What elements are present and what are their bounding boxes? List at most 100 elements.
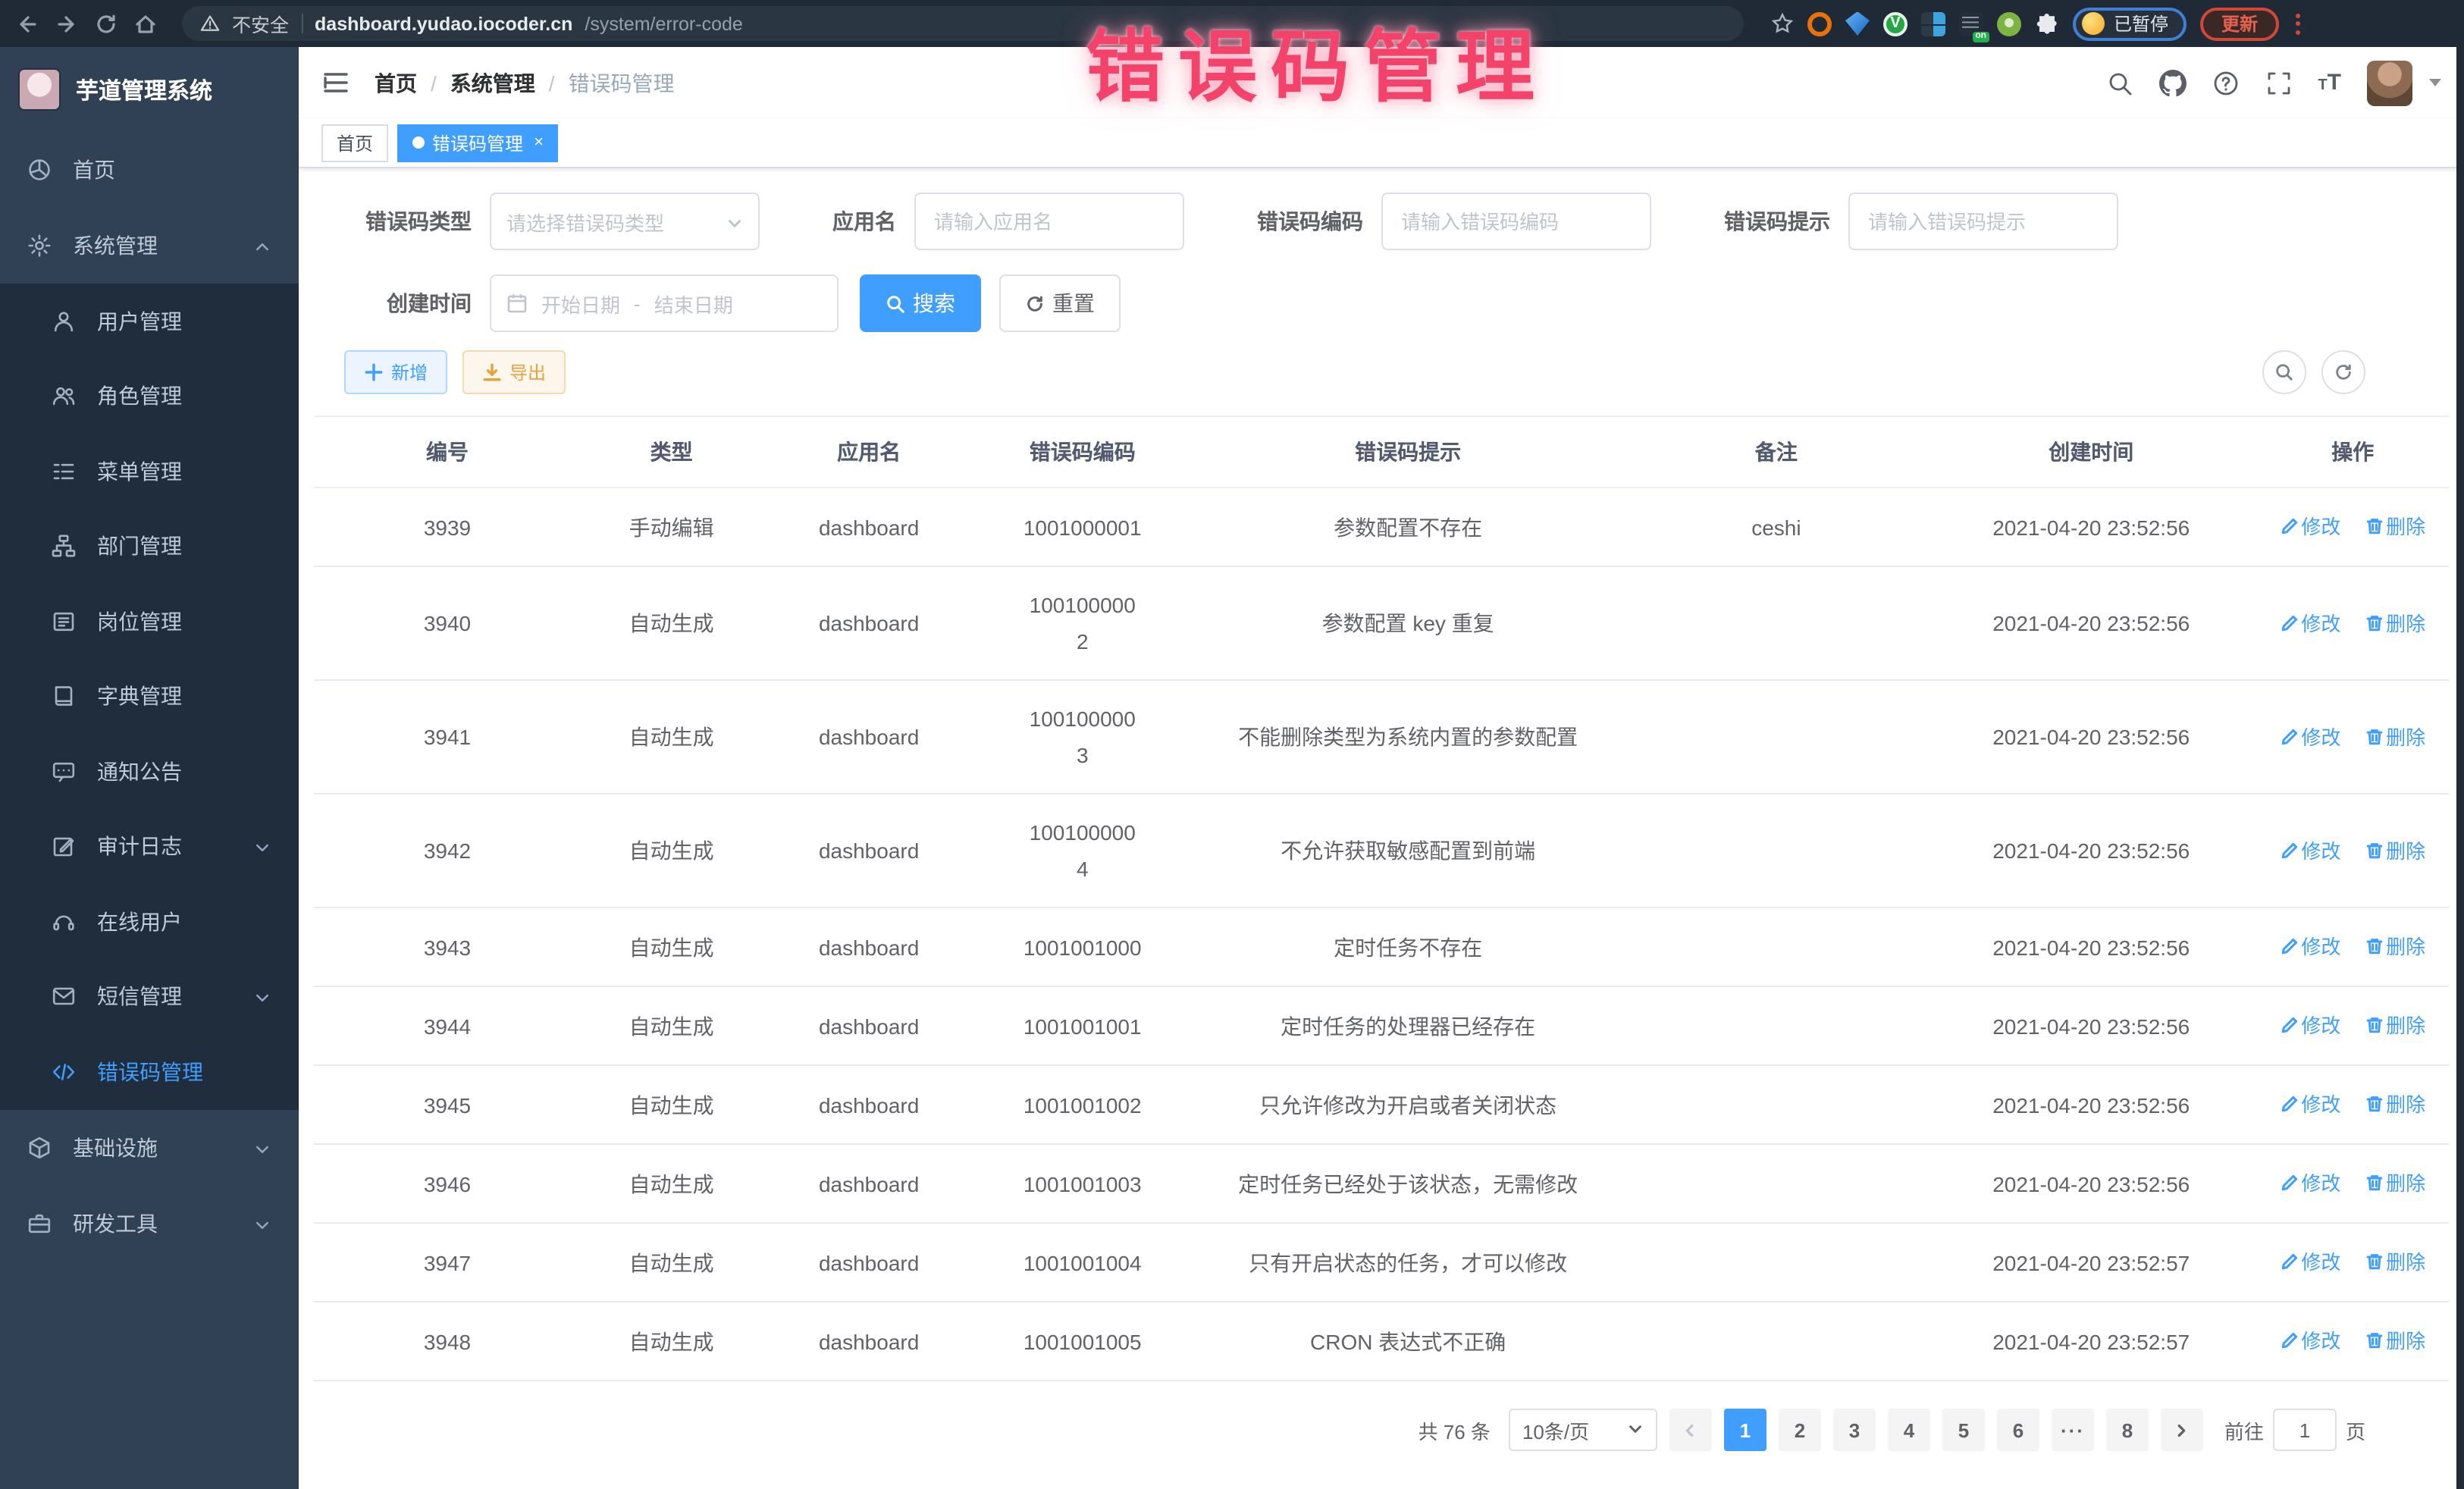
add-button[interactable]: 新增 <box>344 350 447 394</box>
extension-key-icon[interactable] <box>1997 11 2021 36</box>
page-ellipsis-button[interactable]: ··· <box>2052 1409 2094 1451</box>
extensions-puzzle-icon[interactable] <box>2035 11 2059 36</box>
prev-page-button[interactable] <box>1669 1409 1712 1451</box>
delete-link[interactable]: 删除 <box>2365 1172 2425 1195</box>
sidebar-item-岗位管理[interactable]: 岗位管理 <box>0 584 299 659</box>
show-search-toggle-button[interactable] <box>2262 350 2306 394</box>
sms-icon <box>52 985 76 1009</box>
url-security-label: 不安全 <box>232 9 289 38</box>
extension-vue-devtools-icon[interactable] <box>1845 11 1870 36</box>
error-hint-input[interactable] <box>1848 193 2118 250</box>
edit-link[interactable]: 修改 <box>2280 1330 2340 1353</box>
tag-error-code[interactable]: 错误码管理 × <box>397 124 559 161</box>
delete-link[interactable]: 删除 <box>2365 516 2425 538</box>
header-search-icon[interactable] <box>2105 69 2133 96</box>
sidebar-item-字典管理[interactable]: 字典管理 <box>0 659 299 734</box>
fullscreen-icon[interactable] <box>2265 69 2292 96</box>
bookmark-star-icon[interactable] <box>1771 12 1794 35</box>
url-domain: dashboard.yudao.iocoder.cn <box>315 13 572 34</box>
date-range-picker[interactable]: 开始日期 - 结束日期 <box>490 274 839 332</box>
reset-button[interactable]: 重置 <box>999 274 1121 332</box>
edit-link[interactable]: 修改 <box>2280 936 2340 958</box>
delete-link[interactable]: 删除 <box>2365 839 2425 862</box>
page-size-select[interactable]: 10条/页 <box>1509 1409 1657 1451</box>
export-button[interactable]: 导出 <box>462 350 566 394</box>
help-icon[interactable] <box>2212 69 2239 96</box>
page-button-2[interactable]: 2 <box>1779 1409 1821 1451</box>
browser-back-icon[interactable] <box>15 11 39 36</box>
edit-link[interactable]: 修改 <box>2280 839 2340 862</box>
page-button-5[interactable]: 5 <box>1942 1409 1985 1451</box>
breadcrumb-home[interactable]: 首页 <box>375 67 417 98</box>
user-menu-caret-icon[interactable] <box>2429 79 2441 86</box>
tag-home[interactable]: 首页 <box>321 124 388 161</box>
edit-link[interactable]: 修改 <box>2280 726 2340 748</box>
table-row: 3945 自动生成 dashboard 1001001002 只允许修改为开启或… <box>314 1065 2449 1144</box>
page-button-6[interactable]: 6 <box>1997 1409 2039 1451</box>
dev-tools-icon <box>27 1211 52 1235</box>
app-name-input[interactable] <box>914 193 1184 250</box>
sidebar-item-审计日志[interactable]: 审计日志 <box>0 809 299 884</box>
font-size-icon[interactable]: TT <box>2318 70 2341 96</box>
user-avatar[interactable] <box>2367 60 2412 105</box>
edit-link[interactable]: 修改 <box>2280 1093 2340 1116</box>
browser-reload-icon[interactable] <box>94 11 118 36</box>
sidebar-item-通知公告[interactable]: 通知公告 <box>0 734 299 809</box>
sidebar-item-短信管理[interactable]: 短信管理 <box>0 959 299 1034</box>
extension-paused-pill[interactable]: 已暂停 <box>2073 7 2187 40</box>
sidebar-item-在线用户[interactable]: 在线用户 <box>0 884 299 959</box>
edit-link[interactable]: 修改 <box>2280 516 2340 538</box>
sidebar-item-系统管理[interactable]: 系统管理 <box>0 208 299 284</box>
refresh-button[interactable] <box>2321 350 2365 394</box>
cell-type: 自动生成 <box>581 908 762 986</box>
cell-time: 2021-04-20 23:52:56 <box>1926 794 2256 908</box>
delete-link[interactable]: 删除 <box>2365 1251 2425 1274</box>
browser-home-icon[interactable] <box>133 11 158 36</box>
breadcrumb-system[interactable]: 系统管理 <box>450 67 535 98</box>
extension-orange-icon[interactable] <box>1807 11 1832 36</box>
edit-link[interactable]: 修改 <box>2280 1251 2340 1274</box>
extension-green-icon[interactable]: V <box>1883 11 1908 36</box>
edit-link[interactable]: 修改 <box>2280 1014 2340 1037</box>
edit-link[interactable]: 修改 <box>2280 1172 2340 1195</box>
browser-forward-icon[interactable] <box>55 11 79 36</box>
url-bar[interactable]: 不安全 dashboard.yudao.iocoder.cn /system/e… <box>182 6 1744 41</box>
extension-grid-icon[interactable] <box>1921 11 1945 36</box>
filter-row-1: 错误码类型 请选择错误码类型 应用名 错误码编码 <box>314 193 2449 250</box>
delete-link[interactable]: 删除 <box>2365 612 2425 635</box>
delete-link[interactable]: 删除 <box>2365 1093 2425 1116</box>
sidebar-item-研发工具[interactable]: 研发工具 <box>0 1185 299 1261</box>
extension-switch-icon[interactable]: on <box>1959 11 1983 36</box>
page-button-1[interactable]: 1 <box>1724 1409 1766 1451</box>
delete-link[interactable]: 删除 <box>2365 1014 2425 1037</box>
delete-link[interactable]: 删除 <box>2365 726 2425 748</box>
github-icon[interactable] <box>2158 69 2186 96</box>
error-code-input[interactable] <box>1381 193 1651 250</box>
goto-page-input[interactable] <box>2273 1409 2337 1451</box>
breadcrumb-current: 错误码管理 <box>569 67 675 98</box>
next-page-button[interactable] <box>2161 1409 2203 1451</box>
browser-menu-icon[interactable] <box>2293 13 2303 34</box>
page-button-8[interactable]: 8 <box>2106 1409 2149 1451</box>
tag-close-icon[interactable]: × <box>534 133 544 152</box>
sidebar-item-基础设施[interactable]: 基础设施 <box>0 1109 299 1185</box>
sidebar-item-角色管理[interactable]: 角色管理 <box>0 359 299 434</box>
cell-type: 自动生成 <box>581 1302 762 1381</box>
sidebar-item-用户管理[interactable]: 用户管理 <box>0 284 299 359</box>
create-time-label: 创建时间 <box>344 288 472 318</box>
sidebar-toggle-icon[interactable] <box>321 68 350 97</box>
page-button-3[interactable]: 3 <box>1833 1409 1876 1451</box>
page-button-4[interactable]: 4 <box>1888 1409 1930 1451</box>
sidebar-item-错误码管理[interactable]: 错误码管理 <box>0 1034 299 1109</box>
browser-update-button[interactable]: 更新 <box>2200 7 2279 40</box>
sidebar-item-部门管理[interactable]: 部门管理 <box>0 509 299 584</box>
search-button[interactable]: 搜索 <box>860 274 981 332</box>
error-type-select[interactable]: 请选择错误码类型 <box>490 193 760 250</box>
delete-link[interactable]: 删除 <box>2365 1330 2425 1353</box>
app-logo-row[interactable]: 芋道管理系统 <box>0 47 299 132</box>
edit-link[interactable]: 修改 <box>2280 612 2340 635</box>
sidebar-item-首页[interactable]: 首页 <box>0 132 299 208</box>
delete-link[interactable]: 删除 <box>2365 936 2425 958</box>
sidebar-item-菜单管理[interactable]: 菜单管理 <box>0 434 299 509</box>
page-content: 错误码类型 请选择错误码类型 应用名 错误码编码 <box>299 168 2464 1489</box>
